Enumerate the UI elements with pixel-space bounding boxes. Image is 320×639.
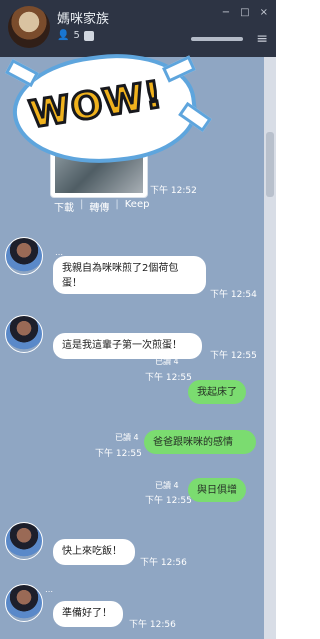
father-avatar[interactable] — [5, 237, 43, 275]
message-bubble-in: 快上來吃飯！ — [53, 539, 135, 565]
father-avatar[interactable] — [5, 522, 43, 560]
file-actions: 下載 | 轉傳 | Keep — [54, 199, 149, 214]
message-bubble-out: 我起床了 — [188, 380, 246, 404]
message-bubble-in: 這是我這輩子第一次煎蛋！ — [53, 333, 202, 359]
read-receipt: 已讀 4 — [155, 357, 179, 366]
message-time: 下午 12:55 — [145, 496, 192, 506]
maximize-icon[interactable]: □ — [240, 7, 249, 18]
member-count-row: 👤 5 — [57, 30, 94, 41]
read-receipt: 已讀 4 — [155, 481, 179, 490]
message-time: 下午 12:56 — [140, 558, 187, 568]
message-bubble-out: 與日俱增 — [188, 478, 246, 502]
message-time: 下午 12:55 — [145, 373, 192, 383]
menu-icon[interactable]: ≡ — [256, 31, 268, 47]
forward-link[interactable]: 轉傳 — [89, 199, 109, 214]
chat-scrollbar[interactable] — [264, 57, 276, 639]
message-time: 下午 12:55 — [95, 449, 142, 459]
wow-sticker: WOW! — [0, 44, 212, 174]
close-icon[interactable]: × — [260, 7, 268, 18]
action-separator: | — [115, 199, 119, 210]
message-time: 下午 12:52 — [150, 186, 197, 196]
read-receipt: 已讀 4 — [115, 433, 139, 442]
note-icon[interactable] — [83, 30, 94, 41]
father-avatar[interactable] — [5, 584, 43, 622]
sender-name-hint: ⋯ — [45, 587, 53, 596]
father-avatar[interactable] — [5, 315, 43, 353]
message-bubble-in: 我親自為咪咪煎了2個荷包蛋！ — [53, 256, 206, 294]
group-avatar[interactable] — [8, 6, 50, 48]
message-time: 下午 12:56 — [129, 620, 176, 630]
action-separator: | — [80, 199, 84, 210]
download-link[interactable]: 下載 — [54, 199, 74, 214]
message-bubble-in: 準備好了！ — [53, 601, 123, 627]
member-count: 5 — [73, 30, 80, 41]
message-time: 下午 12:55 — [210, 351, 257, 361]
keep-link[interactable]: Keep — [125, 199, 150, 214]
search-bar[interactable] — [191, 37, 243, 41]
window-controls: − □ × — [222, 7, 268, 18]
minimize-icon[interactable]: − — [222, 7, 230, 18]
person-icon: 👤 — [57, 30, 70, 41]
group-title: 媽咪家族 — [57, 12, 110, 27]
message-time: 下午 12:54 — [210, 290, 257, 300]
message-bubble-out: 爸爸跟咪咪的感情 — [144, 430, 256, 454]
scroll-thumb[interactable] — [266, 132, 274, 197]
